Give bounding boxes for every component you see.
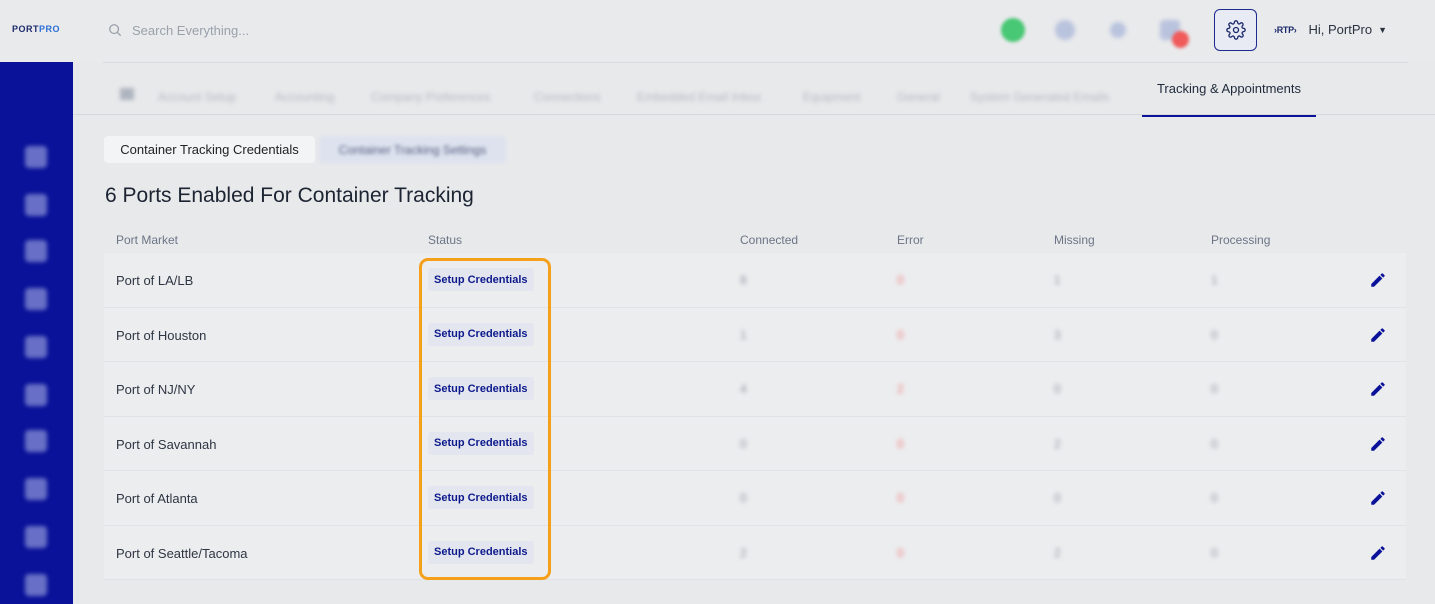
settings-side-icon[interactable] bbox=[25, 574, 47, 596]
connected-count: 0 bbox=[740, 491, 747, 505]
processing-count: 0 bbox=[1211, 327, 1218, 342]
global-search[interactable]: Search Everything... bbox=[108, 19, 358, 41]
notification-icon[interactable] bbox=[1110, 22, 1126, 38]
column-status: Status bbox=[428, 233, 463, 247]
nav-general[interactable]: General bbox=[897, 90, 940, 104]
table-row: Port of Seattle/Tacoma Setup Credentials… bbox=[104, 525, 1406, 580]
table-row: Port of Houston Setup Credentials 1 0 3 … bbox=[104, 307, 1406, 362]
edit-pencil-icon[interactable] bbox=[1369, 271, 1387, 289]
table-header: Port Market Status Connected Error Missi… bbox=[104, 227, 1406, 253]
search-icon bbox=[109, 24, 122, 37]
billing-icon[interactable] bbox=[25, 336, 47, 358]
status-indicator-icon[interactable] bbox=[1001, 18, 1025, 42]
settings-subnav: Account Setup Accounting Company Prefere… bbox=[103, 62, 1408, 117]
table-row: Port of Atlanta Setup Credentials 0 0 0 … bbox=[104, 471, 1406, 526]
nav-equipment[interactable]: Equipment bbox=[803, 90, 860, 104]
missing-count: 3 bbox=[1054, 327, 1061, 342]
company-logo: ›RTP› bbox=[1274, 24, 1297, 35]
error-count: 0 bbox=[897, 273, 904, 287]
missing-count: 1 bbox=[1054, 273, 1061, 287]
dispatch-icon[interactable] bbox=[25, 194, 47, 216]
nav-system-generated-emails[interactable]: System Generated Emails bbox=[970, 90, 1109, 104]
nav-account-setup[interactable]: Account Setup bbox=[158, 90, 236, 104]
caret-down-icon: ▼ bbox=[1378, 24, 1387, 35]
connected-count: 0 bbox=[740, 436, 747, 451]
users-icon[interactable] bbox=[25, 526, 47, 548]
port-name: Port of Houston bbox=[116, 327, 207, 343]
column-connected: Connected bbox=[740, 233, 799, 247]
nav-embedded-email-inbox[interactable]: Embedded Email Inbox bbox=[637, 90, 761, 104]
home-icon[interactable] bbox=[120, 88, 134, 100]
search-input[interactable]: Search Everything... bbox=[132, 23, 249, 38]
connected-count: 1 bbox=[740, 327, 747, 342]
edit-pencil-icon[interactable] bbox=[1369, 435, 1387, 453]
port-name: Port of Savannah bbox=[116, 436, 217, 452]
table-row: Port of LA/LB Setup Credentials 8 0 1 1 bbox=[104, 253, 1406, 308]
page-title: 6 Ports Enabled For Container Tracking bbox=[105, 184, 474, 207]
chat-icon[interactable] bbox=[1055, 20, 1075, 40]
column-missing: Missing bbox=[1054, 233, 1095, 247]
port-name: Port of Atlanta bbox=[116, 491, 198, 506]
missing-count: 2 bbox=[1054, 545, 1061, 560]
nav-accounting[interactable]: Accounting bbox=[275, 90, 334, 104]
port-name: Port of Seattle/Tacoma bbox=[116, 545, 248, 561]
globe-icon[interactable] bbox=[25, 430, 47, 452]
drivers-icon[interactable] bbox=[25, 288, 47, 310]
sidebar bbox=[0, 62, 73, 604]
subnav-divider bbox=[73, 114, 1435, 115]
connected-count: 2 bbox=[740, 545, 747, 560]
edit-pencil-icon[interactable] bbox=[1369, 544, 1387, 562]
top-bar: PORTPRO Search Everything... ›RTP› Hi, P… bbox=[0, 0, 1435, 62]
status-highlight-box bbox=[419, 258, 551, 580]
user-menu[interactable]: ›RTP› Hi, PortPro ▼ bbox=[1274, 22, 1387, 37]
portpro-logo[interactable]: PORTPRO bbox=[12, 24, 60, 34]
edit-pencil-icon[interactable] bbox=[1369, 326, 1387, 344]
tab-container-tracking-settings[interactable]: Container Tracking Settings bbox=[319, 136, 506, 163]
processing-count: 0 bbox=[1211, 382, 1218, 396]
equipment-icon[interactable] bbox=[25, 478, 47, 500]
error-count: 2 bbox=[897, 382, 904, 396]
missing-count: 0 bbox=[1054, 382, 1061, 396]
nav-connections[interactable]: Connections bbox=[534, 90, 601, 104]
nav-tracking-appointments[interactable]: Tracking & Appointments bbox=[1142, 63, 1316, 117]
error-count: 0 bbox=[897, 491, 904, 505]
column-processing: Processing bbox=[1211, 233, 1271, 247]
dashboard-icon[interactable] bbox=[25, 146, 47, 168]
column-error: Error bbox=[897, 233, 924, 247]
processing-count: 1 bbox=[1211, 273, 1218, 287]
table-row: Port of NJ/NY Setup Credentials 4 2 0 0 bbox=[104, 362, 1406, 417]
reports-icon[interactable] bbox=[25, 384, 47, 406]
nav-company-preferences[interactable]: Company Preferences bbox=[371, 90, 490, 104]
monitor-icon[interactable] bbox=[25, 240, 47, 262]
port-name: Port of LA/LB bbox=[116, 273, 194, 288]
table-row: Port of Savannah Setup Credentials 0 0 2… bbox=[104, 416, 1406, 471]
processing-count: 0 bbox=[1211, 436, 1218, 451]
settings-button[interactable] bbox=[1214, 9, 1257, 51]
missing-count: 0 bbox=[1054, 491, 1061, 505]
tab-container-tracking-credentials[interactable]: Container Tracking Credentials bbox=[104, 136, 315, 163]
processing-count: 0 bbox=[1211, 491, 1218, 505]
processing-count: 0 bbox=[1211, 545, 1218, 560]
gear-icon bbox=[1225, 20, 1246, 40]
missing-count: 2 bbox=[1054, 436, 1061, 451]
port-name: Port of NJ/NY bbox=[116, 382, 196, 397]
edit-pencil-icon[interactable] bbox=[1369, 489, 1387, 507]
alert-badge bbox=[1172, 31, 1189, 48]
column-port-market: Port Market bbox=[116, 233, 179, 247]
error-count: 0 bbox=[897, 327, 904, 342]
connected-count: 8 bbox=[740, 273, 747, 287]
error-count: 0 bbox=[897, 545, 904, 560]
connected-count: 4 bbox=[740, 382, 747, 396]
edit-pencil-icon[interactable] bbox=[1369, 380, 1387, 398]
error-count: 0 bbox=[897, 436, 904, 451]
user-greeting: Hi, PortPro bbox=[1308, 22, 1373, 37]
ports-table: Port Market Status Connected Error Missi… bbox=[104, 227, 1406, 580]
